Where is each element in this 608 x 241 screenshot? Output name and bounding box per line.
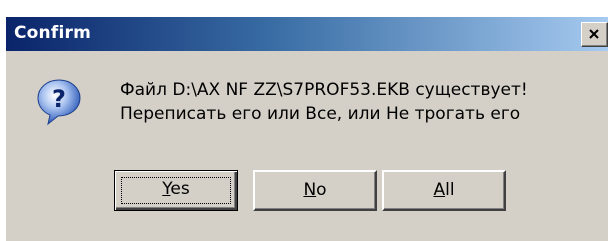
focus-rectangle xyxy=(121,177,231,204)
close-icon xyxy=(589,29,599,39)
window-frame-top xyxy=(0,0,608,17)
all-mnemonic: A xyxy=(433,180,446,200)
all-label-rest: ll xyxy=(445,180,455,200)
confirm-dialog: Confirm ? Файл D:\AX NF ZZ\S7PROF53.EKB … xyxy=(0,0,608,241)
svg-text:?: ? xyxy=(52,85,66,113)
message-line-2: Переписать его или Все, или Не трогать е… xyxy=(120,104,521,124)
title-bar[interactable]: Confirm xyxy=(6,17,608,51)
close-button[interactable] xyxy=(581,22,608,47)
window-title: Confirm xyxy=(14,23,91,43)
message-text: Файл D:\AX NF ZZ\S7PROF53.EKB существует… xyxy=(120,78,528,126)
no-button[interactable]: No xyxy=(253,170,377,211)
all-button[interactable]: All xyxy=(382,170,506,211)
yes-button[interactable]: Yes xyxy=(114,170,238,211)
no-label-rest: o xyxy=(316,180,327,200)
question-icon: ? xyxy=(37,79,81,126)
no-mnemonic: N xyxy=(303,180,317,200)
message-line-1: Файл D:\AX NF ZZ\S7PROF53.EKB существует… xyxy=(120,80,528,100)
